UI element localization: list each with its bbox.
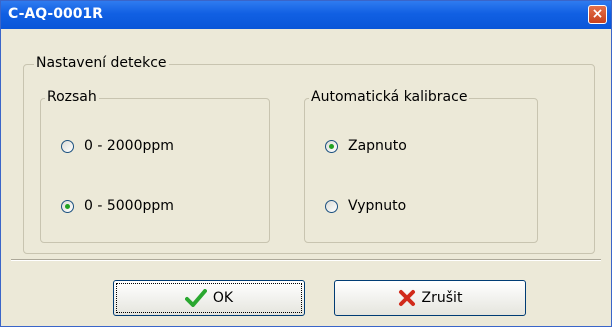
calibration-label: Automatická kalibrace: [309, 89, 470, 105]
radio-calibration-on[interactable]: Zapnuto: [325, 138, 407, 154]
divider: [11, 259, 601, 261]
radio-button[interactable]: [61, 139, 74, 153]
close-icon: ×: [591, 6, 604, 22]
title-bar[interactable]: C-AQ-0001R ×: [1, 1, 611, 29]
check-icon: [184, 289, 207, 307]
calibration-group: Automatická kalibrace Zapnuto Vypnuto: [304, 89, 538, 243]
radio-button[interactable]: [325, 139, 338, 153]
range-group: Rozsah 0 - 2000ppm 0 - 5000ppm: [40, 89, 270, 243]
radio-calibration-off[interactable]: Vypnuto: [325, 198, 406, 214]
detection-settings-group: Nastavení detekce Rozsah 0 - 2000ppm 0 -…: [23, 55, 595, 254]
close-button[interactable]: ×: [588, 5, 607, 24]
ok-label: OK: [212, 290, 234, 306]
ok-button[interactable]: OK: [113, 280, 305, 316]
x-icon: [398, 290, 415, 306]
dialog-window: C-AQ-0001R × Nastavení detekce Rozsah 0 …: [0, 0, 612, 327]
radio-button[interactable]: [61, 199, 74, 213]
radio-label: Vypnuto: [348, 198, 407, 214]
radio-button[interactable]: [325, 199, 338, 213]
detection-settings-label: Nastavení detekce: [34, 55, 169, 71]
cancel-button[interactable]: Zrušit: [334, 280, 526, 316]
range-label: Rozsah: [45, 89, 99, 105]
radio-label: 0 - 5000ppm: [84, 198, 174, 214]
button-row: OK Zrušit: [1, 262, 611, 326]
radio-range-2000[interactable]: 0 - 2000ppm: [61, 138, 174, 154]
radio-label: 0 - 2000ppm: [84, 138, 174, 154]
window-title: C-AQ-0001R: [8, 6, 103, 22]
cancel-label: Zrušit: [421, 290, 463, 306]
radio-range-5000[interactable]: 0 - 5000ppm: [61, 198, 174, 214]
radio-label: Zapnuto: [348, 138, 407, 154]
